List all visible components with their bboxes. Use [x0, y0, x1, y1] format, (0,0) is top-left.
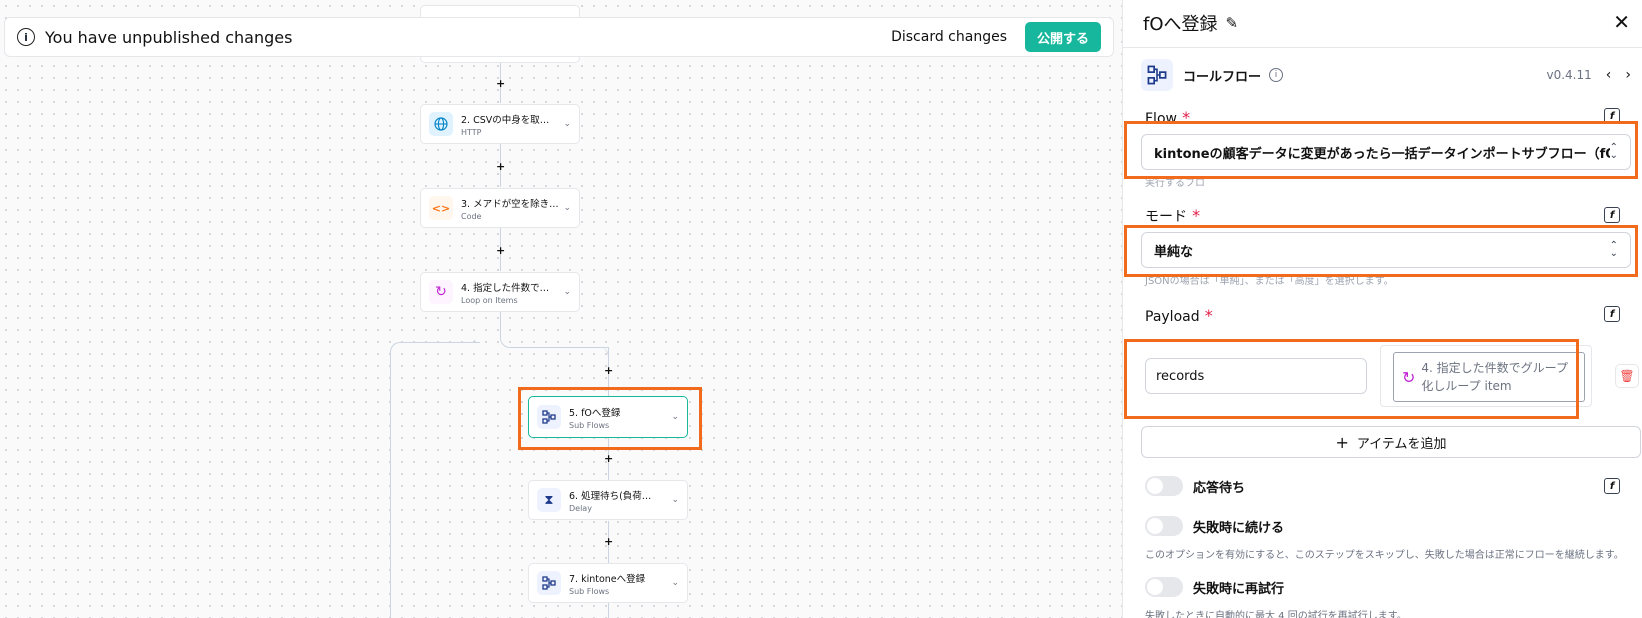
flow-node-code[interactable]: <> 3. メアドが空を除き… Code ⌄: [420, 188, 580, 228]
node-subtitle: Loop on Items: [461, 295, 518, 305]
wait-for-response-toggle[interactable]: [1145, 476, 1183, 496]
chevron-down-icon[interactable]: ⌄: [563, 287, 571, 297]
add-step-button[interactable]: +: [496, 245, 505, 256]
loop-connector: [500, 311, 609, 348]
piece-name: コールフロー: [1183, 69, 1262, 85]
node-title: 3. メアドが空を除き…: [461, 198, 559, 210]
flow-canvas[interactable]: + + + + › + + 2. CSVの中身を取… HTTP ⌄ <> 3. …: [0, 0, 1122, 618]
wait-for-response-row: 応答待ち: [1145, 476, 1245, 496]
flow-node-http[interactable]: 2. CSVの中身を取… HTTP ⌄: [420, 104, 580, 144]
subflow-icon: [1141, 59, 1173, 91]
node-subtitle: HTTP: [461, 127, 482, 137]
connector: [608, 603, 609, 618]
toggle-label: 失敗時に続ける: [1193, 520, 1285, 536]
chevron-down-icon[interactable]: ⌄: [563, 203, 571, 213]
flow-node-delay[interactable]: ⧗ 6. 処理待ち(負荷… Delay ⌄: [528, 480, 688, 520]
formula-toggle-icon[interactable]: f: [1604, 207, 1620, 223]
piece-header: コールフロー i v0.4.11 ‹ ›: [1141, 58, 1631, 92]
add-step-button[interactable]: +: [496, 78, 505, 89]
chevron-left-icon[interactable]: ‹: [1606, 67, 1612, 83]
unpublished-banner: i You have unpublished changes Discard c…: [4, 17, 1114, 57]
retry-on-failure-help: 失敗したときに自動的に最大 4 回の試行を再試行します。: [1145, 611, 1407, 618]
info-icon[interactable]: i: [1269, 68, 1284, 82]
globe-icon: [429, 112, 453, 136]
add-step-button[interactable]: +: [496, 161, 505, 172]
node-title: 4. 指定した件数で…: [461, 282, 550, 294]
loop-connector: [500, 347, 609, 387]
banner-message: You have unpublished changes: [45, 27, 293, 47]
step-name[interactable]: fOへ登録: [1143, 10, 1218, 36]
add-item-button[interactable]: + アイテムを追加: [1141, 426, 1641, 458]
payload-label: Payload: [1145, 309, 1200, 325]
toggle-label: 応答待ち: [1193, 480, 1246, 496]
divider: [1123, 47, 1642, 48]
node-subtitle: Delay: [569, 503, 592, 513]
retry-on-failure-toggle[interactable]: [1145, 577, 1183, 597]
required-mark: *: [1192, 206, 1201, 225]
discard-changes-button[interactable]: Discard changes: [891, 29, 1007, 45]
subflow-icon: [537, 571, 561, 595]
highlight-box: [1124, 225, 1638, 277]
hourglass-icon: ⧗: [537, 488, 561, 512]
retry-on-failure-row: 失敗時に再試行: [1145, 577, 1284, 597]
flow-node-loop[interactable]: ↻ 4. 指定した件数で… Loop on Items ⌄: [420, 272, 580, 312]
info-icon: i: [17, 28, 35, 46]
node-title: 7. kintoneへ登録: [569, 573, 646, 585]
node-subtitle: Code: [461, 211, 482, 221]
continue-on-failure-row: 失敗時に続ける: [1145, 516, 1284, 536]
add-step-button[interactable]: +: [604, 365, 613, 376]
toggle-label: 失敗時に再試行: [1193, 581, 1285, 597]
add-item-label: アイテムを追加: [1356, 436, 1447, 452]
chevron-right-icon[interactable]: ›: [1625, 67, 1631, 83]
chevron-down-icon[interactable]: ⌄: [671, 495, 679, 505]
formula-toggle-icon[interactable]: f: [1604, 306, 1620, 322]
node-title: 2. CSVの中身を取…: [461, 114, 550, 126]
loop-arrow-icon: ›: [473, 337, 477, 347]
pencil-icon[interactable]: ✎: [1226, 14, 1239, 32]
panel-title: fOへ登録 ✎: [1143, 10, 1238, 36]
chevron-down-icon[interactable]: ⌄: [671, 578, 679, 588]
mode-label: モード: [1145, 209, 1187, 225]
formula-toggle-icon[interactable]: f: [1604, 478, 1620, 494]
plus-icon: +: [1335, 432, 1349, 452]
required-mark: *: [1204, 306, 1213, 325]
continue-on-failure-help: このオプションを有効にすると、このステップをスキップし、失敗した場合は正常にフロ…: [1145, 550, 1624, 561]
step-settings-panel: fOへ登録 ✎ ✕ コールフロー i v0.4.11 ‹ › Flow * f …: [1122, 0, 1642, 618]
code-icon: <>: [429, 196, 453, 220]
payload-field-label: Payload *: [1145, 306, 1213, 325]
highlight-box: [518, 387, 702, 450]
highlight-box: [1124, 339, 1579, 419]
add-step-button[interactable]: +: [604, 453, 613, 464]
trash-icon[interactable]: 🗑: [1615, 364, 1639, 388]
loop-back-connector: [390, 342, 480, 618]
highlight-box: [1124, 121, 1638, 179]
mode-field-label: モード *: [1145, 206, 1200, 226]
publish-button[interactable]: 公開する: [1024, 22, 1101, 52]
chevron-down-icon[interactable]: ⌄: [563, 119, 571, 129]
loop-icon: ↻: [429, 280, 453, 304]
close-icon[interactable]: ✕: [1613, 10, 1630, 34]
version-label: v0.4.11: [1546, 68, 1592, 82]
node-subtitle: Sub Flows: [569, 586, 610, 596]
add-step-button[interactable]: +: [604, 536, 613, 547]
flow-node-subflow-kintone[interactable]: 7. kintoneへ登録 Sub Flows ⌄: [528, 563, 688, 603]
node-title: 6. 処理待ち(負荷…: [569, 490, 652, 502]
continue-on-failure-toggle[interactable]: [1145, 516, 1183, 536]
